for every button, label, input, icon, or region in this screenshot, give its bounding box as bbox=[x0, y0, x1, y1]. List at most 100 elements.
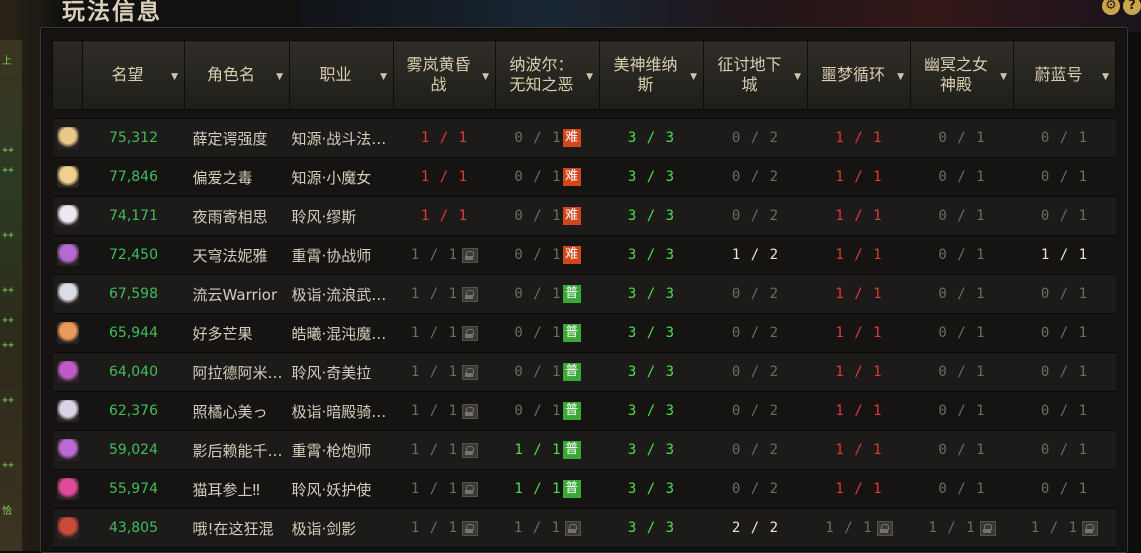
sort-arrow-icon[interactable]: ▼ bbox=[586, 67, 593, 87]
progress-cell: 0 / 1普 bbox=[495, 391, 600, 431]
fame-cell: 43,805 bbox=[82, 508, 185, 548]
header-job[interactable]: 职业 ▼ bbox=[289, 40, 394, 110]
progress-cell: 1 / 1 bbox=[807, 430, 911, 470]
character-name: 天穹法妮雅 bbox=[184, 235, 290, 275]
clear-count: 1 / 1 bbox=[1030, 520, 1079, 536]
header-label: 纳波尔：无知之恶 bbox=[509, 55, 574, 94]
avatar bbox=[56, 127, 79, 149]
header-nightmare[interactable]: 噩梦循环 ▼ bbox=[807, 40, 911, 110]
sort-arrow-icon[interactable]: ▼ bbox=[1000, 67, 1007, 87]
table-row[interactable]: 43,805 哦!在这狂混 极诣·剑影 1 / 1 1 / 1 3 / 3 2 / 2 1 /… bbox=[52, 508, 1116, 548]
hard-mode-badge: 难 bbox=[562, 129, 581, 147]
table-row[interactable]: 67,598 流云Warrior 极诣·流浪武… 1 / 10 / 1普3 / 30 … bbox=[52, 274, 1116, 314]
progress-cell: 1 / 1 bbox=[393, 196, 496, 236]
clear-count: 0 / 1 bbox=[938, 247, 986, 263]
header-mist-dusk[interactable]: 雾岚黄昏战 ▼ bbox=[393, 40, 496, 110]
header-dungeon[interactable]: 征讨地下城 ▼ bbox=[703, 40, 808, 110]
clear-count: 1 / 1 bbox=[410, 364, 459, 380]
clear-count: 1 / 1 bbox=[410, 481, 459, 497]
progress-cell: 1 / 1 bbox=[393, 118, 496, 158]
table-row[interactable]: 55,974 猫耳参上‼ 聆风·妖护使 1 / 11 / 1普3 / 30 / 21 … bbox=[52, 469, 1116, 509]
avatar bbox=[56, 205, 79, 227]
progress-cell: 0 / 1 bbox=[910, 235, 1014, 275]
job-cell: 极诣·暗殿骑… bbox=[289, 391, 394, 431]
progress-cell: 1 / 1 bbox=[807, 313, 911, 353]
header-goddess[interactable]: 幽冥之女神殿 ▼ bbox=[910, 40, 1014, 110]
fame-cell: 75,312 bbox=[82, 118, 185, 158]
lock-icon bbox=[462, 247, 479, 263]
sort-arrow-icon[interactable]: ▼ bbox=[1102, 67, 1109, 87]
header-label: 职业 bbox=[319, 65, 352, 84]
clear-count: 3 / 3 bbox=[627, 520, 676, 536]
lock-icon bbox=[462, 286, 479, 302]
progress-cell: 0 / 1 bbox=[910, 391, 1014, 431]
side-strip-text: ++ bbox=[2, 285, 15, 296]
avatar-cell bbox=[52, 274, 83, 314]
progress-cell: 0 / 2 bbox=[703, 157, 808, 197]
header-fame[interactable]: 名望 ▼ bbox=[82, 40, 185, 110]
sort-arrow-icon[interactable]: ▼ bbox=[171, 67, 178, 87]
clear-count: 0 / 1 bbox=[938, 208, 986, 224]
normal-mode-badge: 普 bbox=[562, 402, 581, 420]
table-row[interactable]: 77,846 偏爱之毒 知源·小魔女 1 / 10 / 1难3 / 30 / 21 /… bbox=[52, 157, 1116, 197]
page-title: 玩法信息 bbox=[62, 0, 162, 25]
avatar bbox=[56, 517, 79, 539]
hard-mode-badge: 难 bbox=[562, 207, 581, 225]
table-row[interactable]: 72,450 天穹法妮雅 重霄·协战师 1 / 10 / 1难3 / 31 / 21 … bbox=[52, 235, 1116, 275]
lock-icon bbox=[462, 325, 479, 341]
avatar-cell bbox=[52, 118, 83, 158]
progress-cell: 0 / 1 bbox=[910, 352, 1014, 392]
header-azure[interactable]: 蔚蓝号 ▼ bbox=[1013, 40, 1116, 110]
clear-count: 0 / 1 bbox=[514, 208, 562, 224]
clear-count: 1 / 1 bbox=[835, 247, 883, 263]
progress-cell: 1 / 1 bbox=[393, 430, 496, 470]
clear-count: 0 / 2 bbox=[731, 481, 780, 497]
sort-arrow-icon[interactable]: ▼ bbox=[690, 67, 697, 87]
table-row[interactable]: 62,376 照橘心美っ 极诣·暗殿骑… 1 / 10 / 1普3 / 30 / 21… bbox=[52, 391, 1116, 431]
help-icon[interactable]: ? bbox=[1123, 0, 1141, 15]
side-strip-text: ++ bbox=[2, 165, 15, 176]
clear-count: 1 / 1 bbox=[835, 442, 883, 458]
clear-count: 0 / 1 bbox=[938, 286, 986, 302]
header-label: 雾岚黄昏战 bbox=[406, 55, 471, 94]
hard-mode-badge: 难 bbox=[562, 168, 581, 186]
lock-icon bbox=[565, 520, 582, 536]
table-row[interactable]: 64,040 阿拉德阿米… 聆风·奇美拉 1 / 10 / 1普3 / 30 / 21… bbox=[52, 352, 1116, 392]
header-name[interactable]: 角色名 ▼ bbox=[184, 40, 290, 110]
avatar bbox=[56, 361, 79, 383]
sort-arrow-icon[interactable]: ▼ bbox=[482, 67, 489, 87]
sort-arrow-icon[interactable]: ▼ bbox=[380, 67, 387, 87]
character-name: 夜雨寄相思 bbox=[184, 196, 290, 236]
table-row[interactable]: 75,312 薛定谔强度 知源·战斗法… 1 / 10 / 1难3 / 30 / 21… bbox=[52, 118, 1116, 158]
header-napol[interactable]: 纳波尔：无知之恶 ▼ bbox=[495, 40, 600, 110]
sort-arrow-icon[interactable]: ▼ bbox=[794, 67, 801, 87]
progress-cell: 0 / 1普 bbox=[495, 352, 600, 392]
progress-cell: 3 / 3 bbox=[599, 430, 704, 470]
progress-cell: 0 / 2 bbox=[703, 430, 808, 470]
sort-arrow-icon[interactable]: ▼ bbox=[276, 67, 283, 87]
clear-count: 0 / 1 bbox=[514, 364, 562, 380]
fame-cell: 59,024 bbox=[82, 430, 185, 470]
progress-cell: 0 / 1 bbox=[1013, 391, 1116, 431]
progress-cell: 0 / 1 bbox=[910, 157, 1014, 197]
avatar-cell bbox=[52, 196, 83, 236]
normal-mode-badge: 普 bbox=[562, 480, 581, 498]
clear-count: 0 / 2 bbox=[731, 130, 780, 146]
avatar bbox=[56, 244, 79, 266]
table-row[interactable]: 65,944 好多芒果 皓曦·混沌魔… 1 / 10 / 1普3 / 30 / 21 … bbox=[52, 313, 1116, 353]
lock-icon bbox=[462, 442, 479, 458]
clear-count: 0 / 1 bbox=[938, 481, 986, 497]
gear-icon[interactable]: ⚙ bbox=[1102, 0, 1120, 15]
normal-mode-badge: 普 bbox=[562, 324, 581, 342]
side-strip-text: 恰 bbox=[2, 506, 12, 517]
progress-cell: 3 / 3 bbox=[599, 469, 704, 509]
clear-count: 3 / 3 bbox=[627, 130, 676, 146]
sort-arrow-icon[interactable]: ▼ bbox=[897, 67, 904, 87]
clear-count: 0 / 1 bbox=[1040, 130, 1089, 146]
table-row[interactable]: 59,024 影后赖能千… 重霄·枪炮师 1 / 11 / 1普3 / 30 / 21… bbox=[52, 430, 1116, 470]
clear-count: 1 / 2 bbox=[731, 247, 780, 263]
table-row[interactable]: 74,171 夜雨寄相思 聆风·缪斯 1 / 10 / 1难3 / 30 / 21 /… bbox=[52, 196, 1116, 236]
table-header: 名望 ▼ 角色名 ▼ 职业 ▼ 雾岚黄昏战 ▼ 纳波尔：无知之恶 ▼ 美神维纳斯 ▼ 征讨地下城 ▼ 噩梦循… bbox=[52, 40, 1116, 110]
header-venus[interactable]: 美神维纳斯 ▼ bbox=[599, 40, 704, 110]
fame-cell: 77,846 bbox=[82, 157, 185, 197]
